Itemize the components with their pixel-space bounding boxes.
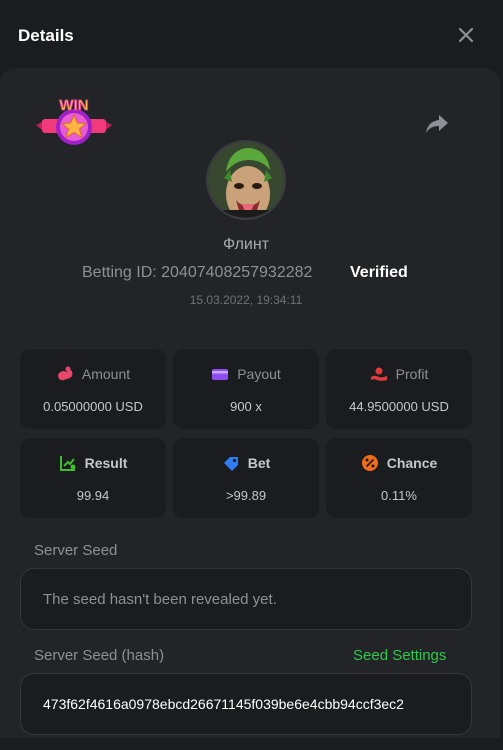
stat-card-amount: Amount 0.05000000 USD (20, 349, 166, 429)
server-seed-value: The seed hasn't been revealed yet. (43, 591, 277, 608)
amount-value: 0.05000000 USD (43, 399, 143, 414)
server-seed-hash-value: 473f62f4616a0978ebcd26671145f039be6e4cbb… (43, 696, 404, 712)
bet-value: >99.89 (225, 488, 267, 503)
close-icon[interactable] (456, 25, 476, 45)
seed-settings-link[interactable]: Seed Settings (353, 647, 446, 664)
percent-icon (361, 455, 378, 471)
result-value: 99.94 (76, 488, 110, 503)
stat-card-payout: Payout 900 x (173, 349, 319, 429)
win-badge-icon: WIN (36, 97, 112, 145)
share-icon[interactable] (424, 112, 450, 136)
avatar (206, 140, 286, 220)
profit-value: 44.9500000 USD (349, 399, 449, 414)
server-seed-label: Server Seed (34, 542, 118, 559)
modal-header: Details (0, 0, 503, 72)
stat-card-result: Result 99.94 (20, 438, 166, 518)
result-label: Result (84, 455, 128, 471)
profit-icon (370, 367, 387, 381)
server-seed-hash-label: Server Seed (hash) (34, 647, 165, 664)
stat-card-chance: Chance 0.11% (326, 438, 472, 518)
chance-label: Chance (386, 455, 438, 471)
bet-label: Bet (247, 455, 271, 471)
result-icon (59, 456, 76, 471)
win-badge-text: WIN (59, 97, 88, 114)
bet-timestamp: 15.03.2022, 19:34:11 (189, 293, 303, 307)
player-name: Флинт (222, 236, 270, 253)
wallet-icon (212, 369, 229, 380)
bottom-edge (0, 738, 503, 750)
betting-id: Betting ID: 20407408257932282 (82, 264, 313, 281)
chance-value: 0.11% (381, 488, 417, 503)
verified-label: Verified (350, 264, 408, 281)
profit-label: Profit (395, 366, 429, 382)
amount-label: Amount (81, 366, 131, 382)
server-seed-hash-field[interactable]: 473f62f4616a0978ebcd26671145f039be6e4cbb… (20, 673, 472, 735)
stat-card-bet: Bet >99.89 (173, 438, 319, 518)
stat-card-profit: Profit 44.9500000 USD (326, 349, 472, 429)
bet-tag-icon (223, 457, 238, 471)
modal-title: Details (18, 26, 74, 45)
payout-label: Payout (237, 366, 281, 382)
server-seed-field[interactable]: The seed hasn't been revealed yet. (20, 568, 472, 630)
amount-icon (57, 366, 73, 381)
payout-value: 900 x (230, 399, 262, 414)
